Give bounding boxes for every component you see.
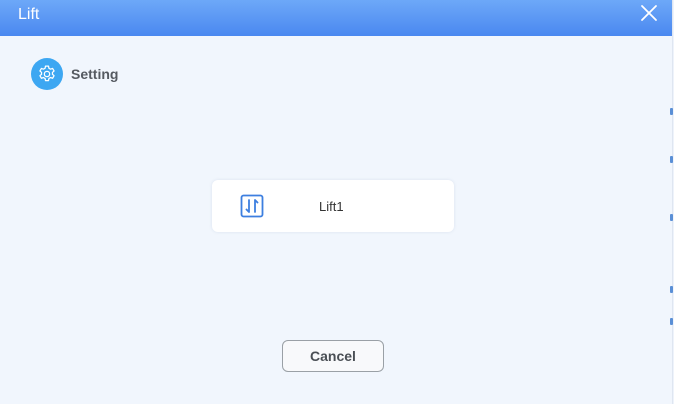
setting-section: Setting: [31, 58, 118, 90]
edge-marker: [670, 286, 673, 293]
lift-name: Lift1: [319, 199, 344, 214]
close-icon[interactable]: [639, 3, 659, 23]
edge-marker: [670, 156, 673, 163]
lift-dialog: Lift Setting Lift1 Cancel: [0, 0, 673, 404]
edge-marker: [670, 108, 673, 115]
title-bar: Lift: [0, 0, 672, 36]
edge-marker: [670, 214, 673, 221]
section-title: Setting: [71, 66, 119, 82]
up-down-arrows-icon: [240, 194, 264, 218]
dialog-title: Lift: [18, 6, 40, 23]
edge-marker: [670, 318, 673, 325]
lift-item[interactable]: Lift1: [212, 180, 454, 232]
gear-icon: [31, 58, 63, 90]
cancel-button[interactable]: Cancel: [282, 340, 384, 372]
